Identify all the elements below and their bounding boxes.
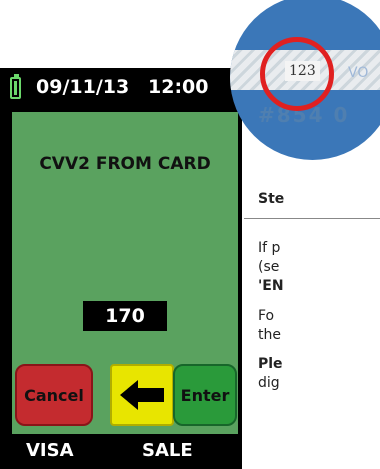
card-zoom-image: 123 VO #854 0 — [230, 0, 380, 160]
instruction-line: (se — [258, 259, 280, 275]
status-time: 12:00 — [148, 76, 209, 98]
instruction-line: Fo — [258, 308, 275, 324]
highlight-ring — [260, 37, 334, 111]
status-date: 09/11/13 — [36, 76, 130, 98]
backspace-button[interactable] — [110, 364, 174, 426]
instruction-line: 'EN — [258, 278, 284, 294]
divider — [244, 218, 380, 219]
battery-icon — [10, 74, 21, 99]
cancel-button-label: Cancel — [24, 385, 84, 405]
instruction-line: Ple — [258, 356, 283, 372]
card-text-fragment: VO — [348, 65, 369, 81]
status-bar: 09/11/13 12:00 — [0, 68, 242, 112]
instruction-line: If p — [258, 240, 281, 256]
instruction-line: the — [258, 327, 281, 343]
transaction-type-label: SALE — [142, 440, 193, 461]
bottom-bar: VISA SALE — [0, 434, 242, 469]
enter-button[interactable]: Enter — [173, 364, 237, 426]
cancel-button[interactable]: Cancel — [15, 364, 93, 426]
payment-terminal: 09/11/13 12:00 CVV2 FROM CARD 170 Cancel… — [0, 68, 242, 469]
terminal-screen: CVV2 FROM CARD 170 Cancel Enter — [12, 112, 238, 434]
enter-button-label: Enter — [180, 385, 230, 405]
screen-title: CVV2 FROM CARD — [39, 154, 211, 174]
instruction-line: dig — [258, 375, 280, 391]
card-type-label: VISA — [26, 440, 74, 461]
arrow-left-icon — [120, 380, 164, 410]
instruction-heading: Ste — [258, 191, 285, 207]
cvv-entry-field[interactable]: 170 — [83, 301, 167, 331]
